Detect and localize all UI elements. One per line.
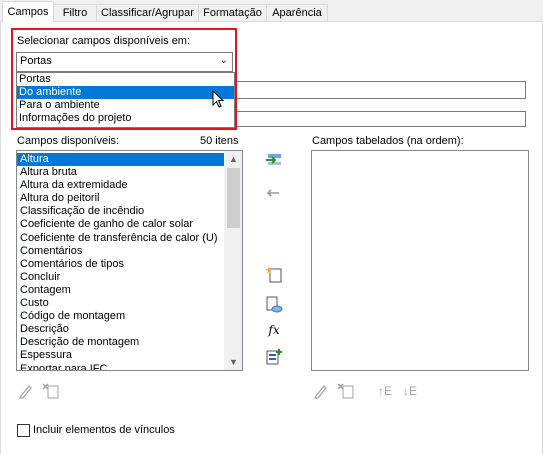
edit-scheduled-parameter-icon[interactable] (313, 383, 329, 399)
add-parameter-icon[interactable] (265, 296, 283, 314)
delete-scheduled-parameter-icon[interactable] (337, 383, 355, 399)
list-item[interactable]: Altura da extremidade (17, 179, 224, 192)
list-item[interactable]: Altura do peitoril (17, 192, 224, 205)
tab-strip: Campos Filtro Classificar/Agrupar Format… (0, 0, 543, 22)
tab-campos[interactable]: Campos (2, 1, 54, 22)
tab-filtro[interactable]: Filtro (53, 4, 97, 21)
list-item[interactable]: Coeficiente de ganho de calor solar (17, 218, 224, 231)
list-item[interactable]: Descrição (17, 323, 224, 336)
highlight-annotation (11, 28, 237, 130)
tab-formatacao[interactable]: Formatação (198, 4, 267, 21)
edit-parameter-icon[interactable] (18, 383, 34, 399)
move-up-icon[interactable]: ↑E (378, 384, 392, 398)
list-item[interactable]: Código de montagem (17, 310, 224, 323)
available-count: 50 itens (200, 135, 239, 147)
available-fields-list[interactable]: Altura Altura bruta Altura da extremidade A… (16, 150, 243, 371)
list-item[interactable]: Contagem (17, 284, 224, 297)
list-item[interactable]: Descrição de montagem (17, 336, 224, 349)
include-links-checkbox[interactable] (17, 424, 30, 437)
available-fields-label: Campos disponíveis: (17, 135, 120, 147)
list-item[interactable]: Exportar para IFC (17, 363, 224, 371)
scheduled-fields-list[interactable] (311, 150, 529, 371)
hidden-field-1[interactable] (233, 81, 526, 99)
combine-parameters-icon[interactable] (265, 348, 283, 366)
list-item[interactable]: Espessura (17, 349, 224, 362)
list-item[interactable]: Custo (17, 297, 224, 310)
add-field-icon[interactable] (265, 153, 283, 169)
list-item[interactable]: Altura bruta (17, 166, 224, 179)
scroll-down-icon[interactable]: ▼ (225, 354, 242, 370)
list-item[interactable]: Coeficiente de transferência de calor (U… (17, 232, 224, 245)
tab-aparencia[interactable]: Aparência (266, 4, 328, 21)
calculated-value-icon[interactable]: fx (265, 321, 283, 339)
scheduled-fields-label: Campos tabelados (na ordem): (312, 135, 464, 147)
list-item[interactable]: Classificação de incêndio (17, 205, 224, 218)
list-item[interactable]: Comentários (17, 245, 224, 258)
include-links-label: Incluir elementos de vínculos (33, 424, 175, 436)
list-item[interactable]: Altura (17, 153, 224, 167)
tab-classificar-agrupar[interactable]: Classificar/Agrupar (96, 4, 199, 21)
new-parameter-icon[interactable] (265, 265, 283, 283)
scroll-up-icon[interactable]: ▲ (225, 151, 242, 167)
vertical-scrollbar[interactable]: ▲ ▼ (224, 151, 242, 370)
list-item[interactable]: Comentários de tipos (17, 258, 224, 271)
delete-parameter-icon[interactable] (42, 383, 60, 399)
list-item[interactable]: Concluir (17, 271, 224, 284)
scroll-thumb[interactable] (227, 168, 240, 228)
remove-field-icon[interactable] (265, 187, 281, 199)
hidden-field-2[interactable] (233, 111, 526, 127)
move-down-icon[interactable]: ↓E (403, 384, 417, 398)
